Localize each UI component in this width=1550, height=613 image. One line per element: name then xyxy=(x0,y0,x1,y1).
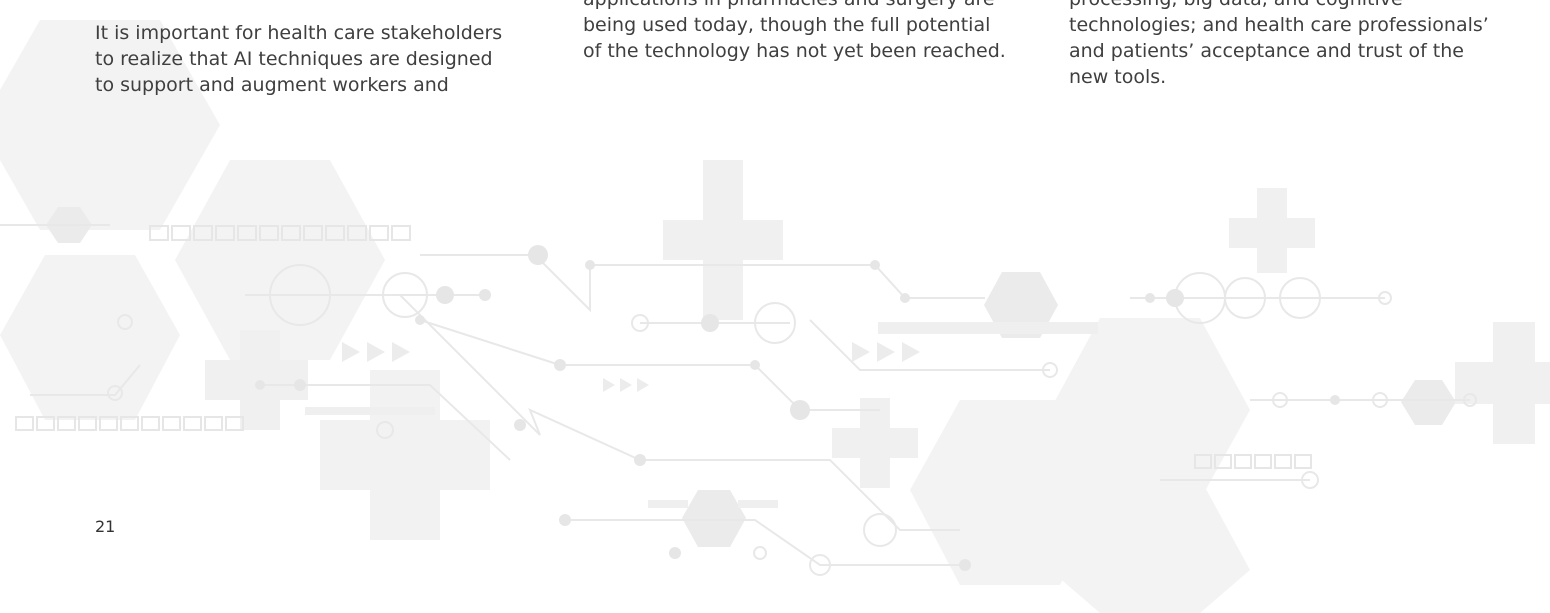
arrow-triangle-icon xyxy=(392,342,410,362)
circuit-node-icon xyxy=(415,315,425,325)
circuit-node-icon xyxy=(753,546,767,560)
square-chain xyxy=(738,500,778,508)
square-chain xyxy=(15,416,34,431)
arrow-triangle-icon xyxy=(637,378,649,392)
medical-cross-icon xyxy=(1455,322,1550,444)
arrow-triangle-icon xyxy=(342,342,360,362)
text-line: It is important for health care stakehol… xyxy=(95,22,503,44)
text-line: processing, big data, and cognitive xyxy=(1069,0,1489,12)
hexagon-icon xyxy=(682,490,746,547)
circuit-node-icon xyxy=(1330,395,1340,405)
circuit-node-icon xyxy=(528,245,548,265)
circuit-node-icon xyxy=(559,514,571,526)
medical-cross-icon xyxy=(320,370,490,540)
circuit-node-icon xyxy=(959,559,971,571)
circuit-line xyxy=(565,519,965,566)
circuit-node-icon xyxy=(790,400,810,420)
circuit-node-icon xyxy=(1145,293,1155,303)
text-line: technologies; and health care profession… xyxy=(1069,14,1489,36)
square-chain xyxy=(1274,454,1292,469)
square-chain xyxy=(391,225,411,241)
arrow-triangle-icon xyxy=(603,378,615,392)
text-column-left: It is important for health care stakehol… xyxy=(95,20,502,98)
square-chain xyxy=(162,416,181,431)
arrow-triangle-icon xyxy=(620,378,632,392)
circuit-node-icon xyxy=(669,547,681,559)
circuit-node-icon xyxy=(479,289,491,301)
page-number: 21 xyxy=(95,517,116,536)
square-chain xyxy=(141,416,160,431)
square-chain xyxy=(648,500,688,508)
circuit-line xyxy=(420,254,985,313)
square-chain xyxy=(1254,454,1272,469)
square-chain xyxy=(305,407,435,415)
circuit-node-icon xyxy=(294,379,306,391)
text-line: applications in pharmacies and surgery a… xyxy=(583,0,1006,12)
circuit-node-icon xyxy=(436,286,454,304)
circuit-node-icon xyxy=(255,380,265,390)
medical-cross-icon xyxy=(1229,188,1315,273)
circuit-node-icon xyxy=(863,513,897,547)
circuit-node-icon xyxy=(900,293,910,303)
text-line: new tools. xyxy=(1069,66,1167,88)
circuit-line xyxy=(419,319,561,366)
circuit-node-icon xyxy=(870,260,880,270)
text-column-middle: applications in pharmacies and surgery a… xyxy=(583,0,1006,64)
arrow-triangle-icon xyxy=(852,342,870,362)
text-line: to support and augment workers and xyxy=(95,74,449,96)
circuit-node-icon xyxy=(701,314,719,332)
medical-cross-icon xyxy=(663,160,783,320)
circuit-node-icon xyxy=(514,419,526,431)
text-line: being used today, though the full potent… xyxy=(583,14,991,36)
circuit-node-icon xyxy=(585,260,595,270)
report-page: It is important for health care stakehol… xyxy=(0,0,1550,613)
square-chain xyxy=(1234,454,1252,469)
square-chain xyxy=(183,416,202,431)
circuit-node-icon xyxy=(554,359,566,371)
circuit-node-icon xyxy=(1166,289,1184,307)
circuit-node-icon xyxy=(750,360,760,370)
square-chain xyxy=(1294,454,1312,469)
text-line: of the technology has not yet been reach… xyxy=(583,40,1006,62)
arrow-triangle-icon xyxy=(902,342,920,362)
circuit-node-icon xyxy=(634,454,646,466)
square-chain xyxy=(204,416,223,431)
arrow-triangle-icon xyxy=(877,342,895,362)
square-chain xyxy=(878,322,1098,334)
text-line: and patients’ acceptance and trust of th… xyxy=(1069,40,1464,62)
text-column-right: processing, big data, and cognitive tech… xyxy=(1069,0,1489,90)
hexagon-icon xyxy=(1401,380,1456,425)
arrow-triangle-icon xyxy=(367,342,385,362)
text-line: to realize that AI techniques are design… xyxy=(95,48,493,70)
